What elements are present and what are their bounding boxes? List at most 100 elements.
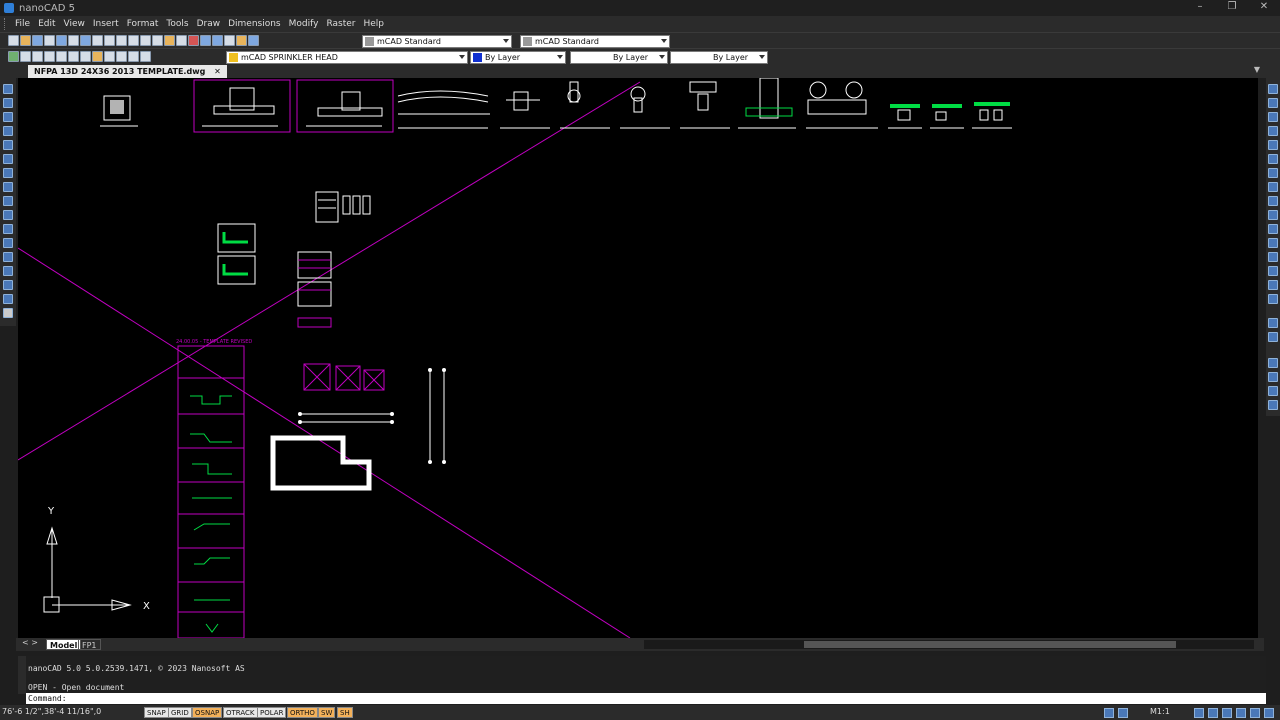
insert-block-tool-icon[interactable] xyxy=(3,224,13,234)
grid-toggle[interactable]: GRID xyxy=(168,707,192,718)
pan-status-icon[interactable] xyxy=(1194,708,1204,718)
pan-icon[interactable] xyxy=(164,35,175,46)
cut-icon[interactable] xyxy=(92,35,103,46)
tab-fp1[interactable]: FP1 xyxy=(78,639,101,650)
hatch-icon[interactable] xyxy=(92,51,103,62)
restore-button[interactable]: ❐ xyxy=(1216,0,1248,16)
extend-tool-icon[interactable] xyxy=(1268,224,1278,234)
refresh-status-icon[interactable] xyxy=(1250,708,1260,718)
tab-model[interactable]: Model xyxy=(46,639,82,650)
close-icon[interactable]: ✕ xyxy=(214,67,221,76)
copy-icon[interactable] xyxy=(104,35,115,46)
pencil-icon[interactable] xyxy=(236,35,247,46)
sw-toggle[interactable]: SW xyxy=(318,707,336,718)
stretch-tool-icon[interactable] xyxy=(1268,196,1278,206)
menu-raster[interactable]: Raster xyxy=(322,19,359,29)
make-block-tool-icon[interactable] xyxy=(3,238,13,248)
text-tool-icon[interactable] xyxy=(3,308,13,318)
polygon-tool-icon[interactable] xyxy=(3,112,13,122)
horizontal-scrollbar[interactable] xyxy=(644,640,1254,649)
polyline-icon[interactable] xyxy=(32,51,43,62)
table-tool-icon[interactable] xyxy=(3,294,13,304)
properties-tool-icon[interactable] xyxy=(1268,318,1278,328)
copy-tool-icon[interactable] xyxy=(1268,98,1278,108)
layer-lock-tool-icon[interactable] xyxy=(1268,400,1278,410)
publish-icon[interactable] xyxy=(68,35,79,46)
rectangle-icon[interactable] xyxy=(44,51,55,62)
sh-toggle[interactable]: SH xyxy=(337,707,353,718)
redo-icon[interactable] xyxy=(152,35,163,46)
scrollbar-thumb[interactable] xyxy=(804,641,1176,648)
drawing-canvas[interactable]: 24.00.05 - TEMPLATE REVISED Y X xyxy=(18,78,1258,638)
layer-state-icon[interactable] xyxy=(140,51,151,62)
table-icon[interactable] xyxy=(128,51,139,62)
new-icon[interactable] xyxy=(8,35,19,46)
annotation-scale[interactable]: M1:1 xyxy=(1150,707,1170,716)
plot-icon[interactable] xyxy=(56,35,67,46)
spline-tool-icon[interactable] xyxy=(3,182,13,192)
explode-tool-icon[interactable] xyxy=(1268,294,1278,304)
region-tool-icon[interactable] xyxy=(3,280,13,290)
preview-icon[interactable] xyxy=(80,35,91,46)
document-tab[interactable]: NFPA 13D 24X36 2013 TEMPLATE.dwg ✕ xyxy=(28,65,227,78)
open-icon[interactable] xyxy=(20,35,31,46)
dimension-style-select[interactable]: mCAD Standard xyxy=(520,35,670,48)
paste-icon[interactable] xyxy=(116,35,127,46)
menu-file[interactable]: File xyxy=(11,19,34,29)
layer-on-tool-icon[interactable] xyxy=(1268,358,1278,368)
arc-icon[interactable] xyxy=(56,51,67,62)
otrack-toggle[interactable]: OTRACK xyxy=(223,707,258,718)
move-tool-icon[interactable] xyxy=(1268,154,1278,164)
line-icon[interactable] xyxy=(20,51,31,62)
match-tool-icon[interactable] xyxy=(1268,332,1278,342)
menu-draw[interactable]: Draw xyxy=(193,19,225,29)
polar-toggle[interactable]: POLAR xyxy=(257,707,287,718)
layers-icon[interactable] xyxy=(8,51,19,62)
block-icon[interactable] xyxy=(104,51,115,62)
zoom-extents-status-icon[interactable] xyxy=(1236,708,1246,718)
menu-grip[interactable] xyxy=(4,18,7,30)
match-properties-icon[interactable] xyxy=(128,35,139,46)
scale-tool-icon[interactable] xyxy=(1268,182,1278,192)
join-tool-icon[interactable] xyxy=(1268,252,1278,262)
zoom-status-icon[interactable] xyxy=(1208,708,1218,718)
lineweight-select[interactable]: By Layer xyxy=(670,51,768,64)
layer-freeze-tool-icon[interactable] xyxy=(1268,386,1278,396)
menu-help[interactable]: Help xyxy=(359,19,388,29)
color-select[interactable]: By Layer xyxy=(470,51,566,64)
circle-icon[interactable] xyxy=(68,51,79,62)
fullscreen-status-icon[interactable] xyxy=(1264,708,1274,718)
osnap-toggle[interactable]: OSNAP xyxy=(192,707,223,718)
mirror-tool-icon[interactable] xyxy=(1268,112,1278,122)
trim-tool-icon[interactable] xyxy=(1268,210,1278,220)
linetype-select[interactable]: By Layer xyxy=(570,51,668,64)
undo-icon[interactable] xyxy=(140,35,151,46)
menu-edit[interactable]: Edit xyxy=(34,19,59,29)
rectangle-tool-icon[interactable] xyxy=(3,126,13,136)
rotate-tool-icon[interactable] xyxy=(1268,168,1278,178)
menu-modify[interactable]: Modify xyxy=(285,19,323,29)
command-window-handle[interactable] xyxy=(18,656,26,694)
array-tool-icon[interactable] xyxy=(1268,140,1278,150)
close-button[interactable]: ✕ xyxy=(1248,0,1280,16)
break-tool-icon[interactable] xyxy=(1268,238,1278,248)
zoom-realtime-icon[interactable] xyxy=(176,35,187,46)
paper-space-icon[interactable] xyxy=(1118,708,1128,718)
hatch-tool-icon[interactable] xyxy=(3,266,13,276)
snap-toggle[interactable]: SNAP xyxy=(144,707,169,718)
circle-tool-icon[interactable] xyxy=(3,154,13,164)
print-icon[interactable] xyxy=(44,35,55,46)
save-icon[interactable] xyxy=(32,35,43,46)
ellipse-tool-icon[interactable] xyxy=(3,196,13,206)
layer-off-tool-icon[interactable] xyxy=(1268,372,1278,382)
point-tool-icon[interactable] xyxy=(3,252,13,262)
menu-tools[interactable]: Tools xyxy=(162,19,192,29)
arc-tool-icon[interactable] xyxy=(3,140,13,150)
zoom-window-icon[interactable] xyxy=(188,35,199,46)
cloud-tool-icon[interactable] xyxy=(3,168,13,178)
zoom-window-status-icon[interactable] xyxy=(1222,708,1232,718)
tabs-menu-icon[interactable]: ▼ xyxy=(1254,65,1260,74)
text-style-select[interactable]: mCAD Standard xyxy=(362,35,512,48)
fillet-tool-icon[interactable] xyxy=(1268,280,1278,290)
insert-icon[interactable] xyxy=(116,51,127,62)
